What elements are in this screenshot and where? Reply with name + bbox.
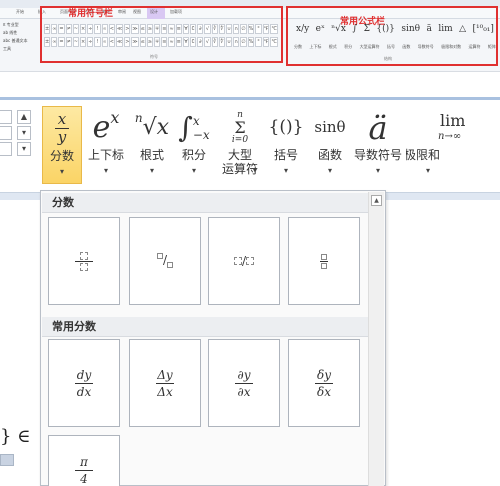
tool-line-2[interactable]: ab 线性: [3, 30, 37, 36]
chevron-down-icon: ▾: [252, 166, 257, 175]
left-field-3[interactable]: [0, 142, 12, 156]
chevron-down-icon: ▾: [103, 166, 108, 175]
scroll-up-icon[interactable]: ▲: [371, 195, 382, 206]
tool-line-3[interactable]: abc 普通文本: [3, 38, 37, 44]
thumb-formula-label: 运算符: [468, 44, 481, 49]
chevron-down-icon: ▾: [283, 166, 288, 175]
equation-fragment[interactable]: } ∈: [0, 426, 31, 447]
thumb-formula-icon[interactable]: lim: [438, 24, 452, 34]
fraction-small-delta[interactable]: δy δx: [288, 339, 360, 427]
thumb-formula-icon[interactable]: eˣ: [316, 24, 325, 34]
fraction-skewed[interactable]: /: [129, 217, 201, 305]
tab-home[interactable]: 开始: [16, 9, 24, 15]
section-fraction: 分数: [42, 193, 368, 213]
dropdown-icon[interactable]: ▾: [17, 126, 31, 140]
common-symbols-label: 常用符号栏: [68, 9, 114, 19]
thumb-formula-label: 大型运算符: [359, 44, 380, 49]
fraction-gallery: ▲ 分数 / / 常用分数 dy dx Δy Δx ∂y ∂x δy δx π4: [40, 190, 386, 486]
equation-fragment-text: } ∈: [0, 426, 31, 447]
chevron-down-icon: ▾: [59, 167, 64, 176]
integral-label: 积分: [181, 148, 206, 162]
radical-icon: n√x: [134, 110, 170, 140]
summation-icon: n Σ i=0: [231, 110, 249, 145]
tool-line-1[interactable]: π 专业型: [3, 22, 37, 28]
function-icon: sinθ: [314, 118, 346, 136]
left-field-2[interactable]: [0, 126, 12, 140]
radical-label: 根式: [139, 148, 164, 162]
thumb-formula-labels: 分数 上下标 根式 积分 大型运算符 括号 函数 导数符号 极限和对数 运算符 矩阵: [294, 44, 496, 50]
chevron-down-icon: ▾: [327, 166, 332, 175]
chevron-down-icon: ▾: [149, 166, 154, 175]
thumb-formula-icon[interactable]: {()}: [376, 24, 394, 34]
limit-log-label: 极限和: [406, 148, 441, 162]
script-button[interactable]: ex 上下标 ▾: [84, 106, 128, 184]
common-formulas-highlight: [286, 6, 498, 66]
chevron-down-icon: ▾: [375, 166, 380, 175]
script-label: 上下标: [87, 148, 124, 162]
tools-group: π 专业型 ab 线性 abc 普通文本 工具: [0, 20, 40, 64]
thumb-formula-label: 极限和对数: [441, 44, 462, 49]
thumb-formula-icon[interactable]: △: [459, 24, 466, 34]
thumb-formula-icon[interactable]: ä: [427, 24, 432, 34]
fraction-icon: x y: [43, 111, 81, 145]
fraction-label: 分数: [49, 149, 74, 163]
function-button[interactable]: sinθ 函数 ▾: [310, 106, 350, 184]
section-common-fractions: 常用分数: [42, 317, 368, 337]
limit-log-button[interactable]: lim n→∞ 极限和 ▾: [406, 106, 500, 184]
equation-tools-zoom: ▲ ▾ ▾ x y 分数 ▾ ex 上下标 ▾ n√x 根式 ▾ ∫ x −x …: [0, 80, 500, 486]
tool-line-4: 工具: [3, 46, 11, 51]
more-icon[interactable]: ▾: [17, 142, 31, 156]
equation-handle[interactable]: [0, 454, 14, 466]
thumb-formula-icon[interactable]: ∫: [352, 24, 357, 34]
function-label: 函数: [317, 148, 342, 162]
ribbon-top-strip: [0, 97, 500, 100]
thumb-formula-label: 括号: [386, 44, 395, 49]
fraction-delta-y-delta-x[interactable]: Δy Δx: [129, 339, 201, 427]
integral-button[interactable]: ∫ x −x 积分 ▾: [174, 106, 214, 184]
thumb-formula-icon[interactable]: Σ: [364, 24, 370, 34]
fraction-linear[interactable]: /: [208, 217, 280, 305]
left-controls: ▲ ▾ ▾: [0, 110, 34, 156]
gallery-scrollbar[interactable]: ▲: [368, 192, 384, 486]
limit-icon: lim n→∞: [438, 111, 466, 142]
fraction-pi-over-4[interactable]: π4: [48, 435, 120, 486]
bracket-button[interactable]: {()} 括号 ▾: [266, 106, 306, 184]
bracket-label: 括号: [273, 148, 298, 162]
thumb-formula-icon[interactable]: sinθ: [401, 24, 420, 34]
thumb-formula-icon[interactable]: x/y: [296, 24, 309, 34]
thumb-formula-label: 矩阵: [487, 44, 496, 49]
thumb-formula-icons: x/y eˣ ⁿ√x ∫ Σ {()} sinθ ä lim △ [¹⁰₀₁]: [296, 24, 494, 34]
large-operator-button[interactable]: n Σ i=0 大型 运算符 ▾: [218, 106, 262, 184]
thumb-formula-icon[interactable]: [¹⁰₀₁]: [472, 24, 493, 34]
accent-button[interactable]: ä 导数符号 ▾: [352, 106, 404, 184]
thumb-formula-icon[interactable]: ⁿ√x: [331, 24, 346, 34]
thumb-formula-label: 分数: [294, 44, 302, 49]
ribbon-overview-thumbnail: 开始 插入 页面布局 引用 邮件 审阅 视图 加载项 设计 π 专业型 ab 线…: [0, 0, 500, 72]
chevron-down-icon: ▾: [191, 166, 196, 175]
fraction-button[interactable]: x y 分数 ▾: [42, 106, 82, 184]
fraction-stacked[interactable]: [48, 217, 120, 305]
fraction-dy-dx[interactable]: dy dx: [48, 339, 120, 427]
spin-up-icon[interactable]: ▲: [17, 110, 31, 124]
thumb-formula-label: 上下标: [309, 44, 322, 49]
fraction-small[interactable]: [288, 217, 360, 305]
thumb-formula-label: 导数符号: [417, 44, 434, 49]
thumb-formula-label: 根式: [328, 44, 337, 49]
structures-toolbar: x y 分数 ▾ ex 上下标 ▾ n√x 根式 ▾ ∫ x −x 积分 ▾ n…: [40, 106, 500, 184]
integral-icon: ∫ x −x: [178, 111, 210, 144]
accent-icon: ä: [368, 109, 388, 147]
chevron-down-icon: ▾: [425, 166, 430, 175]
thumb-formula-label: 积分: [344, 44, 353, 49]
fraction-partial-y-partial-x[interactable]: ∂y ∂x: [208, 339, 280, 427]
script-icon: ex: [92, 107, 120, 145]
accent-label: 导数符号: [353, 148, 402, 162]
left-field-1[interactable]: [0, 110, 12, 124]
thumb-formula-label: 函数: [402, 44, 411, 49]
bracket-icon: {()}: [268, 117, 304, 137]
radical-button[interactable]: n√x 根式 ▾: [132, 106, 172, 184]
